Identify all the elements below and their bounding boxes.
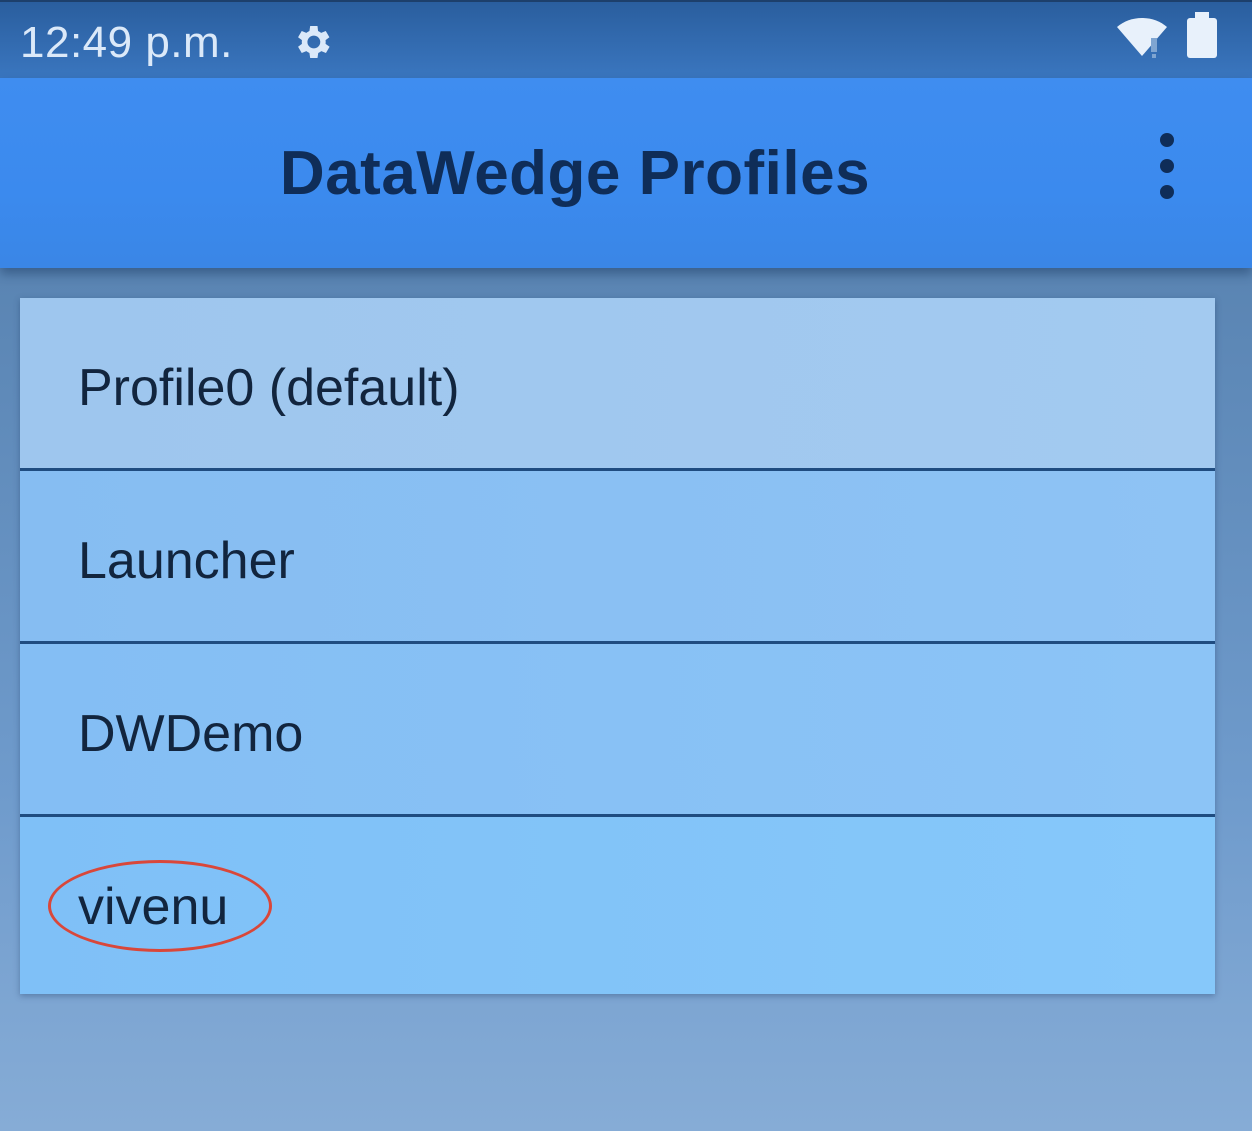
battery-icon bbox=[1187, 12, 1217, 58]
status-time: 12:49 p.m. bbox=[20, 18, 233, 67]
app-bar: DataWedge Profiles bbox=[0, 78, 1252, 268]
page-title: DataWedge Profiles bbox=[279, 139, 871, 208]
gear-icon bbox=[298, 26, 330, 58]
profile-label: Launcher bbox=[78, 532, 295, 590]
list-item-vivenu[interactable]: vivenu bbox=[20, 817, 1215, 994]
profile-list: Profile0 (default) Launcher DWDemo viven… bbox=[20, 298, 1215, 994]
profile-label: DWDemo bbox=[78, 705, 304, 763]
list-item-profile0[interactable]: Profile0 (default) bbox=[20, 298, 1215, 471]
list-item-dwdemo[interactable]: DWDemo bbox=[20, 644, 1215, 817]
status-bar: 12:49 p.m. bbox=[0, 0, 1252, 78]
wifi-icon bbox=[1117, 18, 1167, 58]
profile-label: vivenu bbox=[78, 878, 229, 936]
list-item-launcher[interactable]: Launcher bbox=[20, 471, 1215, 644]
profile-label: Profile0 (default) bbox=[78, 359, 460, 417]
more-vertical-icon[interactable] bbox=[1140, 133, 1194, 203]
